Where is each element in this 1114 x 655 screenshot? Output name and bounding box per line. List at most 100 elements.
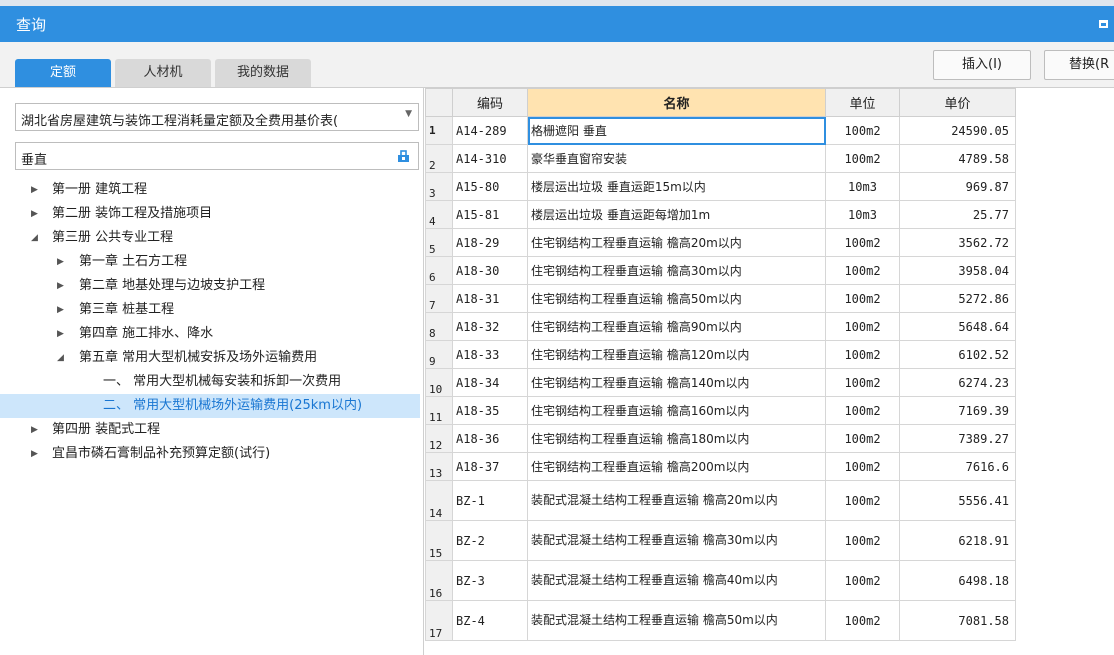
price-cell[interactable]: 6218.91 — [899, 520, 1016, 561]
chevron-down-icon[interactable]: ◢ — [57, 346, 64, 370]
chevron-right-icon[interactable]: ▶ — [57, 322, 64, 346]
code-cell[interactable]: BZ-1 — [452, 480, 528, 521]
price-cell[interactable]: 5272.86 — [899, 284, 1016, 313]
unit-cell[interactable]: 100m2 — [825, 312, 900, 341]
name-cell[interactable]: 住宅钢结构工程垂直运输 檐高140m以内 — [527, 368, 826, 397]
library-select[interactable]: 湖北省房屋建筑与装饰工程消耗量定额及全费用基价表( ▼ — [15, 103, 419, 131]
price-cell[interactable]: 969.87 — [899, 172, 1016, 201]
unit-cell[interactable]: 100m2 — [825, 480, 900, 521]
price-cell[interactable]: 6498.18 — [899, 560, 1016, 601]
table-row[interactable]: 3 A15-80 楼层运出垃圾 垂直运距15m以内 10m3 969.87 — [425, 172, 1016, 201]
tree-item[interactable]: ◢ 第三册 公共专业工程 — [0, 226, 420, 250]
tree-item[interactable]: ▶ 第一章 土石方工程 — [0, 250, 420, 274]
search-icon[interactable] — [397, 149, 410, 163]
name-cell[interactable]: 住宅钢结构工程垂直运输 檐高20m以内 — [527, 228, 826, 257]
code-cell[interactable]: A18-35 — [452, 396, 528, 425]
code-cell[interactable]: A18-36 — [452, 424, 528, 453]
unit-cell[interactable]: 100m2 — [825, 368, 900, 397]
name-cell[interactable]: 装配式混凝土结构工程垂直运输 檐高20m以内 — [527, 480, 826, 521]
price-cell[interactable]: 7081.58 — [899, 600, 1016, 641]
chevron-down-icon[interactable]: ▼ — [405, 109, 412, 119]
unit-cell[interactable]: 100m2 — [825, 600, 900, 641]
chevron-right-icon[interactable]: ▶ — [31, 202, 38, 226]
unit-cell[interactable]: 100m2 — [825, 452, 900, 481]
name-cell[interactable]: 住宅钢结构工程垂直运输 檐高160m以内 — [527, 396, 826, 425]
table-row[interactable]: 10 A18-34 住宅钢结构工程垂直运输 檐高140m以内 100m2 627… — [425, 368, 1016, 397]
code-cell[interactable]: A18-30 — [452, 256, 528, 285]
price-cell[interactable]: 5648.64 — [899, 312, 1016, 341]
table-row[interactable]: 7 A18-31 住宅钢结构工程垂直运输 檐高50m以内 100m2 5272.… — [425, 284, 1016, 313]
name-cell[interactable]: 住宅钢结构工程垂直运输 檐高200m以内 — [527, 452, 826, 481]
table-row[interactable]: 4 A15-81 楼层运出垃圾 垂直运距每增加1m 10m3 25.77 — [425, 200, 1016, 229]
name-cell[interactable]: 住宅钢结构工程垂直运输 檐高30m以内 — [527, 256, 826, 285]
price-cell[interactable]: 6102.52 — [899, 340, 1016, 369]
price-cell[interactable]: 6274.23 — [899, 368, 1016, 397]
code-cell[interactable]: A18-29 — [452, 228, 528, 257]
name-cell[interactable]: 住宅钢结构工程垂直运输 檐高90m以内 — [527, 312, 826, 341]
name-cell[interactable]: 装配式混凝土结构工程垂直运输 檐高40m以内 — [527, 560, 826, 601]
unit-cell[interactable]: 100m2 — [825, 116, 900, 145]
unit-cell[interactable]: 100m2 — [825, 340, 900, 369]
name-cell[interactable]: 住宅钢结构工程垂直运输 檐高50m以内 — [527, 284, 826, 313]
code-cell[interactable]: A18-37 — [452, 452, 528, 481]
table-row[interactable]: 14 BZ-1 装配式混凝土结构工程垂直运输 檐高20m以内 100m2 555… — [425, 480, 1016, 521]
chevron-right-icon[interactable]: ▶ — [57, 250, 64, 274]
chevron-right-icon[interactable]: ▶ — [31, 418, 38, 442]
chevron-down-icon[interactable]: ◢ — [31, 226, 38, 250]
table-row[interactable]: 8 A18-32 住宅钢结构工程垂直运输 檐高90m以内 100m2 5648.… — [425, 312, 1016, 341]
tree-item[interactable]: ▶ 第一册 建筑工程 — [0, 178, 420, 202]
tree-item[interactable]: ▶ 宜昌市磷石膏制品补充预算定额(试行) — [0, 442, 420, 466]
table-row[interactable]: 9 A18-33 住宅钢结构工程垂直运输 檐高120m以内 100m2 6102… — [425, 340, 1016, 369]
code-cell[interactable]: A15-80 — [452, 172, 528, 201]
unit-cell[interactable]: 100m2 — [825, 520, 900, 561]
code-cell[interactable]: BZ-2 — [452, 520, 528, 561]
table-row[interactable]: 1 A14-289 格栅遮阳 垂直 100m2 24590.05 — [425, 116, 1016, 145]
tree-item-selected[interactable]: 二、 常用大型机械场外运输费用(25km以内) — [0, 394, 420, 418]
price-cell[interactable]: 7616.6 — [899, 452, 1016, 481]
table-row[interactable]: 16 BZ-3 装配式混凝土结构工程垂直运输 檐高40m以内 100m2 649… — [425, 560, 1016, 601]
column-header-code[interactable]: 编码 — [452, 88, 528, 117]
search-input[interactable]: 垂直 — [15, 142, 419, 170]
table-row[interactable]: 12 A18-36 住宅钢结构工程垂直运输 檐高180m以内 100m2 738… — [425, 424, 1016, 453]
column-header-unit[interactable]: 单位 — [825, 88, 900, 117]
code-cell[interactable]: A18-33 — [452, 340, 528, 369]
code-cell[interactable]: A15-81 — [452, 200, 528, 229]
code-cell[interactable]: A14-289 — [452, 116, 528, 145]
column-header-price[interactable]: 单价 — [899, 88, 1016, 117]
unit-cell[interactable]: 100m2 — [825, 144, 900, 173]
price-cell[interactable]: 4789.58 — [899, 144, 1016, 173]
table-row[interactable]: 15 BZ-2 装配式混凝土结构工程垂直运输 檐高30m以内 100m2 621… — [425, 520, 1016, 561]
code-cell[interactable]: A18-31 — [452, 284, 528, 313]
name-cell[interactable]: 装配式混凝土结构工程垂直运输 檐高30m以内 — [527, 520, 826, 561]
replace-button[interactable]: 替换(R — [1044, 50, 1114, 80]
unit-cell[interactable]: 10m3 — [825, 172, 900, 201]
price-cell[interactable]: 5556.41 — [899, 480, 1016, 521]
insert-button[interactable]: 插入(I) — [933, 50, 1031, 80]
tree-item[interactable]: ▶ 第四册 装配式工程 — [0, 418, 420, 442]
table-row[interactable]: 6 A18-30 住宅钢结构工程垂直运输 檐高30m以内 100m2 3958.… — [425, 256, 1016, 285]
code-cell[interactable]: BZ-4 — [452, 600, 528, 641]
chevron-right-icon[interactable]: ▶ — [31, 442, 38, 466]
tab-quota[interactable]: 定额 — [15, 59, 111, 87]
chevron-right-icon[interactable]: ▶ — [31, 178, 38, 202]
price-cell[interactable]: 24590.05 — [899, 116, 1016, 145]
unit-cell[interactable]: 100m2 — [825, 424, 900, 453]
tree-item[interactable]: 一、 常用大型机械每安装和拆卸一次费用 — [0, 370, 420, 394]
code-cell[interactable]: BZ-3 — [452, 560, 528, 601]
name-cell[interactable]: 楼层运出垃圾 垂直运距15m以内 — [527, 172, 826, 201]
unit-cell[interactable]: 10m3 — [825, 200, 900, 229]
price-cell[interactable]: 7169.39 — [899, 396, 1016, 425]
tree-item[interactable]: ▶ 第四章 施工排水、降水 — [0, 322, 420, 346]
table-row[interactable]: 13 A18-37 住宅钢结构工程垂直运输 檐高200m以内 100m2 761… — [425, 452, 1016, 481]
tree-item[interactable]: ▶ 第二章 地基处理与边坡支护工程 — [0, 274, 420, 298]
column-header-name[interactable]: 名称 — [527, 88, 826, 117]
code-cell[interactable]: A14-310 — [452, 144, 528, 173]
name-cell[interactable]: 装配式混凝土结构工程垂直运输 檐高50m以内 — [527, 600, 826, 641]
code-cell[interactable]: A18-34 — [452, 368, 528, 397]
price-cell[interactable]: 3958.04 — [899, 256, 1016, 285]
name-cell[interactable]: 楼层运出垃圾 垂直运距每增加1m — [527, 200, 826, 229]
maximize-icon[interactable] — [1099, 20, 1108, 28]
name-cell[interactable]: 住宅钢结构工程垂直运输 檐高180m以内 — [527, 424, 826, 453]
price-cell[interactable]: 7389.27 — [899, 424, 1016, 453]
chevron-right-icon[interactable]: ▶ — [57, 274, 64, 298]
